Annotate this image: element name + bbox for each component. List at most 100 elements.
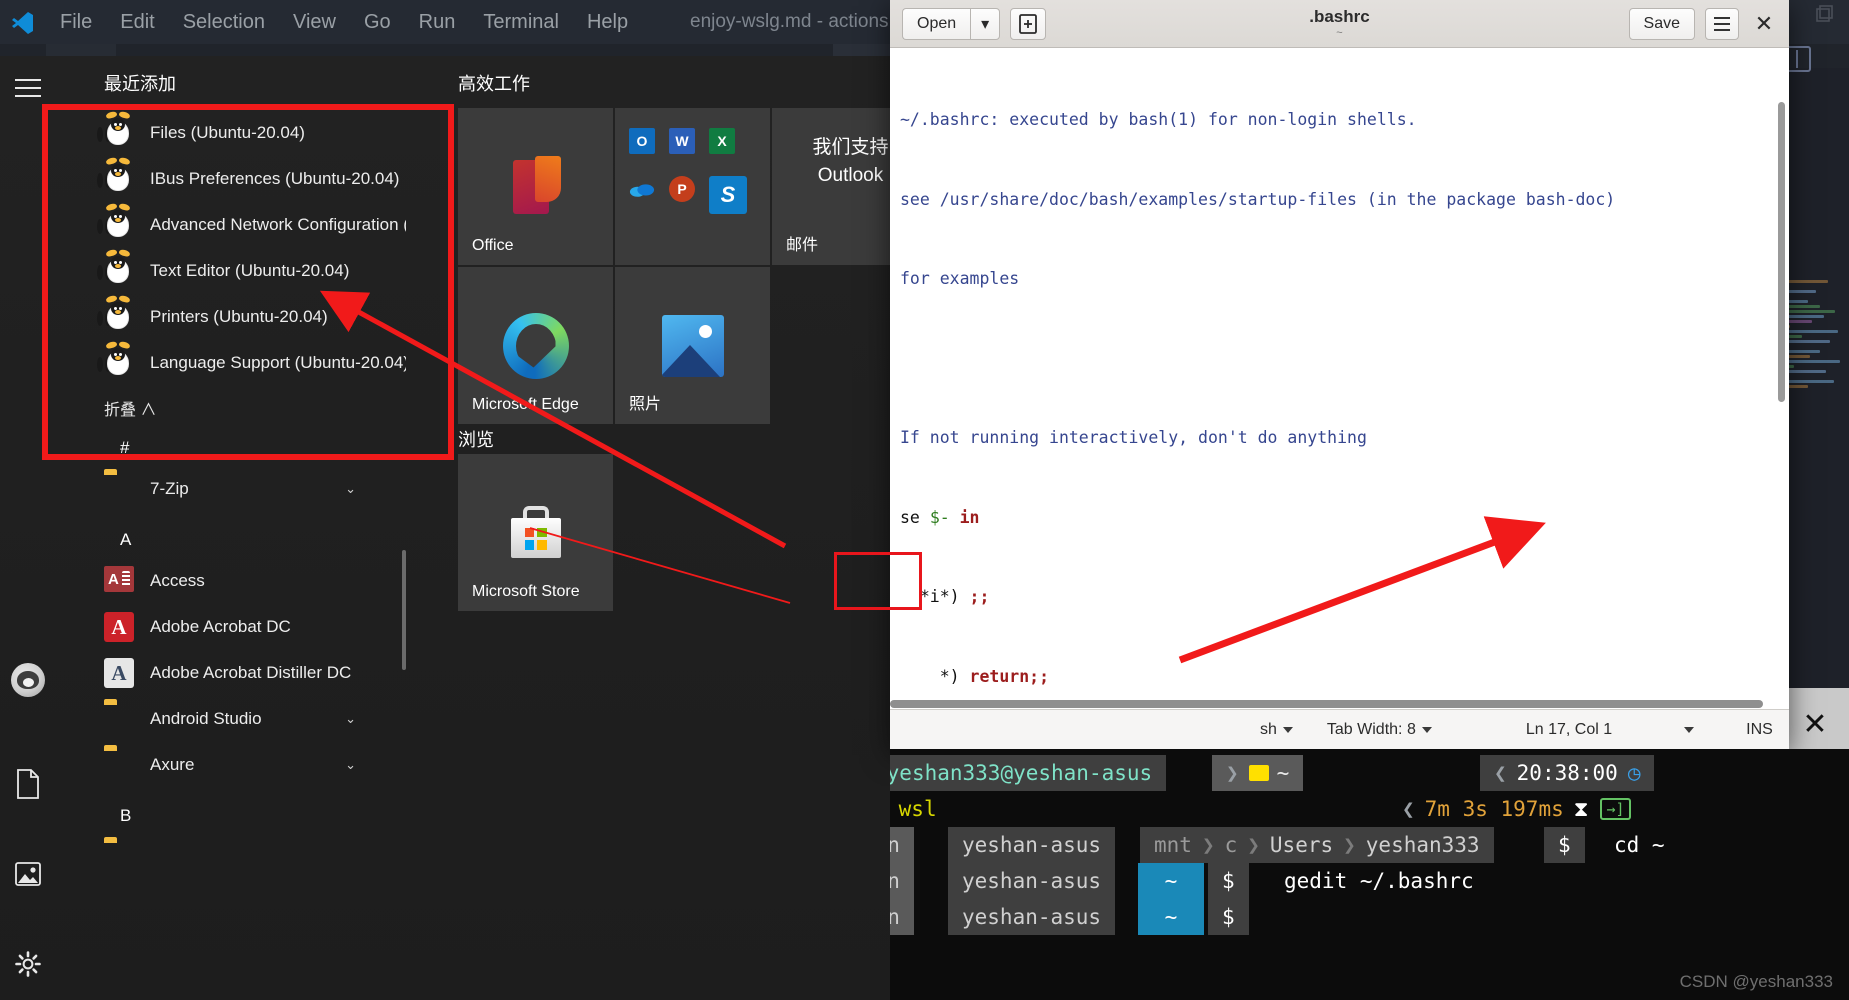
gedit-vertical-scrollbar[interactable] — [1778, 102, 1785, 402]
list-item[interactable]: IBus Preferences (Ubuntu-20.04) — [56, 156, 406, 202]
code-line: see /usr/share/doc/bash/examples/startup… — [900, 189, 1616, 209]
list-item[interactable]: A Access — [56, 558, 406, 604]
start-menu-apps-column[interactable]: 最近添加 Files (Ubuntu-20.04) IBus Preferenc… — [56, 56, 406, 1000]
list-item[interactable] — [56, 834, 406, 880]
terminal-command: gedit ~/.bashrc — [1284, 869, 1474, 893]
tiles-group-title-productivity: 高效工作 — [458, 74, 530, 94]
chevron-down-icon[interactable] — [1421, 726, 1432, 733]
document-icon[interactable] — [0, 756, 56, 812]
open-button[interactable]: Open — [902, 7, 971, 40]
menu-view[interactable]: View — [279, 0, 350, 44]
tile-microsoft-edge[interactable]: Microsoft Edge — [458, 267, 613, 424]
open-button-group[interactable]: Open ▾ — [902, 7, 1001, 40]
vscode-window-controls[interactable] — [1813, 4, 1843, 30]
save-button[interactable]: Save — [1628, 7, 1695, 40]
list-item[interactable]: Files (Ubuntu-20.04) — [56, 110, 406, 156]
watermark: CSDN @yeshan333 — [1679, 972, 1833, 991]
code-line: *i*) ;; — [900, 587, 990, 606]
terminal-line-5: han yeshan-asus ~ $ — [890, 899, 1849, 935]
chevron-down-icon[interactable] — [1684, 726, 1695, 733]
screen: File Edit Selection View Go Run Terminal… — [0, 0, 1849, 1000]
gear-icon[interactable] — [0, 936, 56, 992]
code-line: ~/.bashrc: executed by bash(1) for non-l… — [900, 110, 1417, 129]
list-item[interactable]: A Adobe Acrobat DC — [56, 604, 406, 650]
cursor-position-label: Ln 17, Col 1 — [1525, 720, 1613, 738]
tux-icon — [97, 256, 134, 286]
start-menu-scrollbar[interactable] — [402, 550, 406, 670]
insert-mode-label: INS — [1746, 720, 1773, 738]
cursor-position[interactable]: Ln 17, Col 1 — [1526, 721, 1612, 739]
folder-icon — [104, 750, 134, 780]
terminal-line-2: ❯ wsl ❮ 7m 3s 197ms ⧗ →] — [890, 791, 1849, 827]
menu-terminal[interactable]: Terminal — [469, 0, 573, 44]
list-item[interactable]: Text Editor (Ubuntu-20.04) — [56, 248, 406, 294]
list-item-label: Android Studio — [150, 709, 262, 728]
tile-office-apps-group[interactable]: O W X P S — [615, 108, 770, 265]
chevron-down-icon[interactable] — [1282, 726, 1293, 733]
chevron-down-icon[interactable]: ⌄ — [345, 757, 356, 773]
chevron-down-icon[interactable]: ⌄ — [345, 481, 356, 497]
tile-office[interactable]: Office — [458, 108, 613, 265]
terminal-host: yeshan-asus — [948, 899, 1116, 935]
list-item[interactable]: Android Studio ⌄ — [56, 696, 406, 742]
recently-added-list[interactable]: Files (Ubuntu-20.04) IBus Preferences (U… — [56, 110, 406, 386]
vscode-menubar[interactable]: File Edit Selection View Go Run Terminal… — [46, 0, 642, 44]
new-document-icon[interactable] — [1010, 7, 1047, 40]
acrobat-icon: A — [104, 612, 134, 642]
tile-photos[interactable]: 照片 — [615, 267, 770, 424]
language-selector[interactable]: sh — [1260, 721, 1293, 739]
start-menu-rail[interactable] — [0, 56, 56, 1000]
gedit-header-actions[interactable]: Save ✕ — [1628, 7, 1779, 40]
chevron-down-icon[interactable]: ⌄ — [345, 711, 356, 727]
terminal-shell-label: ❯ wsl — [898, 797, 937, 821]
recently-added-title: 最近添加 — [104, 74, 176, 94]
hamburger-icon[interactable] — [1705, 7, 1739, 40]
outlook-icon: O — [629, 128, 655, 154]
menu-run[interactable]: Run — [405, 0, 470, 44]
collapse-toggle[interactable]: 折叠 ∧ — [56, 386, 406, 420]
folder-icon — [104, 704, 134, 734]
menu-selection[interactable]: Selection — [169, 0, 279, 44]
code-line: If not running interactively, don't do a… — [900, 428, 1367, 447]
gedit-text-area[interactable]: ~/.bashrc: executed by bash(1) for non-l… — [890, 48, 1789, 709]
hamburger-icon[interactable] — [0, 60, 56, 116]
terminal-user: han — [890, 827, 914, 863]
list-item-label: IBus Preferences (Ubuntu-20.04) — [150, 169, 400, 188]
close-icon[interactable]: ✕ — [1749, 9, 1779, 39]
menu-go[interactable]: Go — [350, 0, 405, 44]
photos-icon — [661, 314, 724, 377]
list-item-label: Language Support (Ubuntu-20.04) — [150, 353, 406, 372]
tab-width-selector[interactable]: Tab Width: 8 — [1327, 721, 1432, 739]
tiles-group-title-browse: 浏览 — [458, 430, 494, 450]
chevron-down-icon[interactable]: ▾ — [970, 7, 1001, 40]
menu-file[interactable]: File — [46, 0, 106, 44]
tile-label: Office — [472, 237, 514, 254]
list-item[interactable]: 7-Zip ⌄ — [56, 466, 406, 512]
list-item[interactable]: Printers (Ubuntu-20.04) — [56, 294, 406, 340]
menu-help[interactable]: Help — [573, 0, 642, 44]
code-line: for examples — [900, 269, 1020, 288]
gedit-horizontal-scrollbar[interactable] — [890, 700, 1763, 708]
terminal-path: ~ — [1138, 863, 1204, 899]
tile-microsoft-store[interactable]: Microsoft Store — [458, 454, 613, 611]
status-badge[interactable]: INS — [1746, 721, 1773, 739]
gedit-statusbar: sh Tab Width: 8 Ln 17, Col 1 INS — [890, 709, 1789, 749]
list-item[interactable]: Advanced Network Configuration (... — [56, 202, 406, 248]
list-item-label: Adobe Acrobat DC — [150, 617, 291, 636]
list-item[interactable]: Axure ⌄ — [56, 742, 406, 788]
code-line: *) return;; — [900, 666, 1050, 686]
hourglass-icon: ⧗ — [1573, 796, 1589, 821]
pictures-icon[interactable] — [0, 846, 56, 902]
avatar-icon[interactable] — [0, 652, 56, 708]
tux-icon — [97, 302, 134, 332]
list-item[interactable]: Language Support (Ubuntu-20.04) — [56, 340, 406, 386]
alpha-heading: B — [120, 806, 132, 825]
terminal-window[interactable]: ❯ yeshan333@yeshan-asus ❯ ~ ❮ 20:38:00 ◷… — [890, 749, 1849, 1000]
language-label: sh — [1260, 720, 1277, 738]
terminal-duration: ❮ 7m 3s 197ms ⧗ →] — [1388, 791, 1645, 827]
tab-width-label: Tab Width: 8 — [1326, 720, 1416, 738]
menu-edit[interactable]: Edit — [106, 0, 168, 44]
terminal-host: yeshan-asus — [948, 863, 1116, 899]
tile-label: Microsoft Edge — [472, 396, 579, 413]
list-item[interactable]: A Adobe Acrobat Distiller DC — [56, 650, 406, 696]
